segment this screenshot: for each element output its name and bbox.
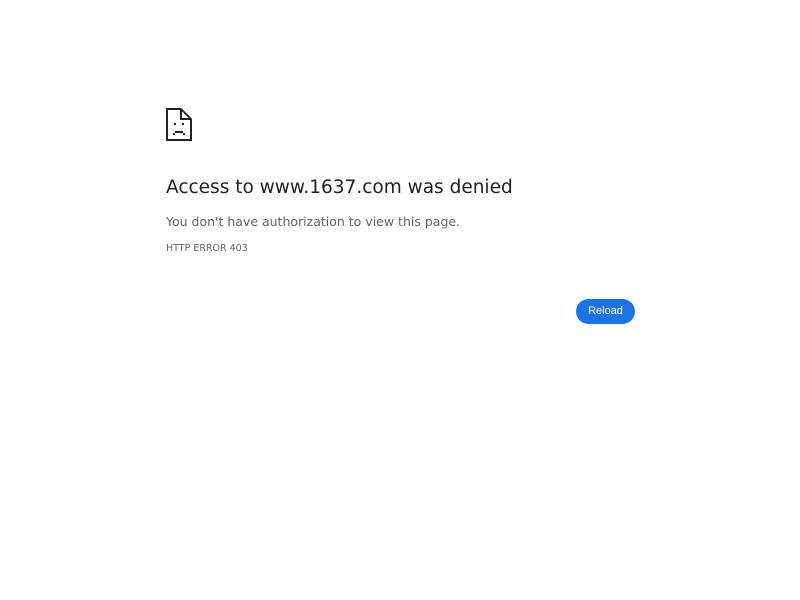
error-heading: Access to www.1637.com was denied — [166, 177, 513, 198]
error-page: Access to www.1637.com was denied You do… — [0, 0, 800, 600]
error-message: You don't have authorization to view thi… — [166, 214, 461, 229]
sad-page-icon — [166, 108, 192, 141]
reload-button[interactable]: Reload — [576, 299, 635, 324]
error-code: HTTP ERROR 403 — [166, 243, 248, 254]
